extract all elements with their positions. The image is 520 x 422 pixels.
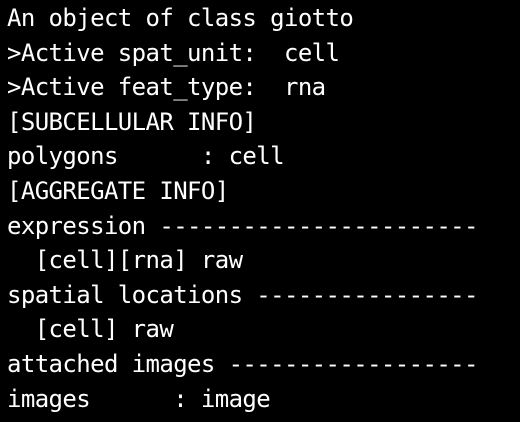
output-line-spatial-locations: spatial locations ---------------- [7,280,478,309]
output-line-class: An object of class giotto [7,4,354,32]
output-line-expression-detail: [cell][rna] raw [7,246,243,275]
output-line-images: images : image [7,384,271,413]
output-line-feat-type: >Active feat_type: rna [7,73,326,102]
output-line-spat-unit: >Active spat_unit: cell [7,38,340,67]
output-line-subcellular-header: [SUBCELLULAR INFO] [7,107,257,136]
output-line-spatial-detail: [cell] raw [7,315,174,344]
output-line-attached-images: attached images ------------------ [7,349,478,378]
output-line-aggregate-header: [AGGREGATE INFO] [7,176,229,205]
output-line-expression: expression ----------------------- [7,211,478,240]
terminal-output[interactable]: An object of class giotto >Active spat_u… [0,0,520,422]
output-line-polygons: polygons : cell [7,142,285,171]
